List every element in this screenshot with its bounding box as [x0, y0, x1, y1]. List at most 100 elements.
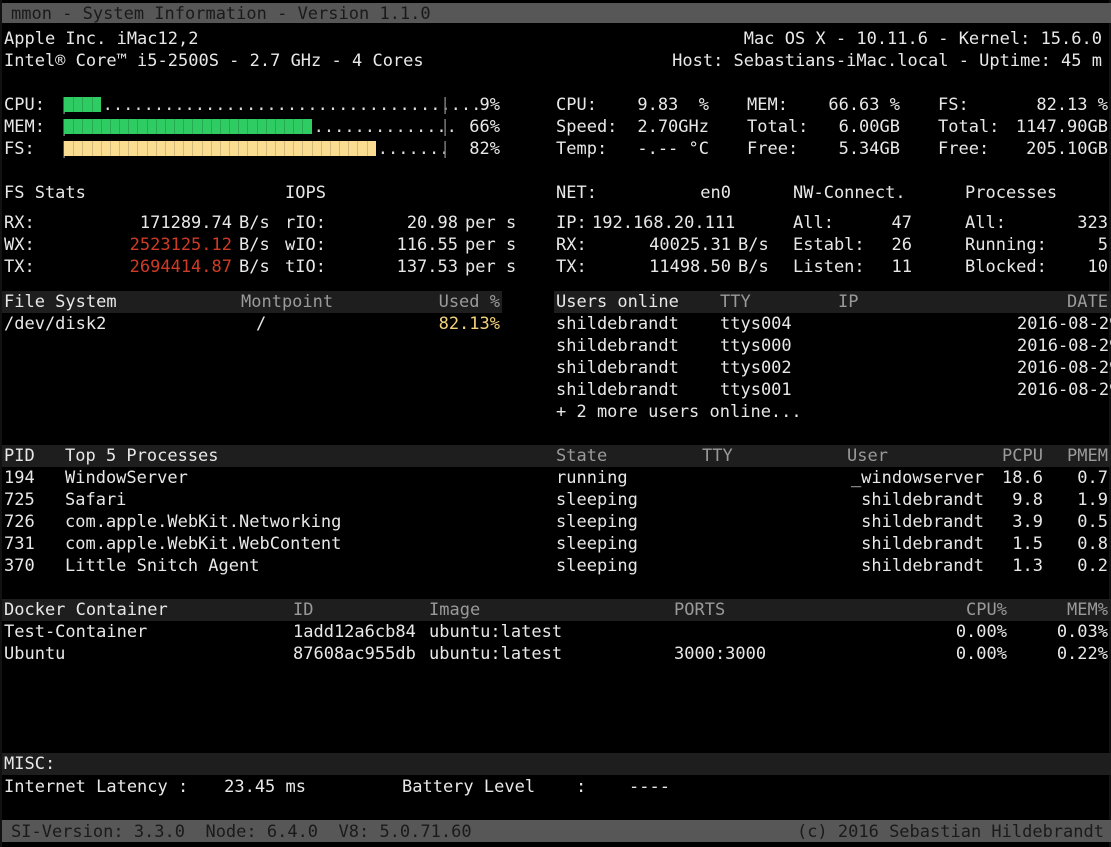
- iops-label-tio: tIO:: [285, 257, 326, 277]
- users-row-user-0: shildebrandt: [556, 314, 679, 334]
- net-unit-tx: B/s: [738, 257, 769, 277]
- filesystem-header-mountpoint: Montpoint: [241, 292, 334, 312]
- gauge-fill-mem: [64, 119, 312, 134]
- system-vendor-model: Apple Inc. iMac12,2: [4, 29, 199, 49]
- processes-row-user-3: shildebrandt: [861, 534, 984, 554]
- docker-row-id-1: 87608ac955db: [293, 644, 416, 664]
- gauge-cell-separator: [73, 119, 75, 134]
- processes-row-pid-2: 726: [4, 512, 35, 532]
- misc-latency-label: Internet Latency :: [4, 777, 189, 797]
- filesystem-row-mountpoint: /: [256, 314, 267, 334]
- docker-row-mem-0: 0.03%: [1056, 622, 1108, 642]
- gauge-cell-separator: [357, 141, 359, 156]
- gauge-cell-separator: [265, 119, 267, 134]
- docker-row-id-0: 1add12a6cb84: [293, 622, 416, 642]
- gauge-cell-separator: [339, 141, 341, 156]
- gauge-cell-separator: [91, 141, 93, 156]
- processes-row-state-2: sleeping: [556, 512, 638, 532]
- nw-connect-title: NW-Connect.: [793, 183, 906, 203]
- users-header-user: Users online: [556, 292, 679, 312]
- gauge-cell-separator: [293, 119, 295, 134]
- iops-unit-rio: per s: [465, 213, 517, 233]
- window-title-bar: mmon - System Information - Version 1.1.…: [2, 3, 1111, 24]
- gauge-track-cpu: .....................................: [64, 94, 481, 116]
- summary-fs-value-3: 205.10GB: [1026, 139, 1108, 159]
- iops-value-tio: 137.53: [396, 257, 458, 277]
- processes-row-pcpu-3: 1.5: [1012, 534, 1043, 554]
- gauge-cell-separator: [238, 141, 240, 156]
- processes-summary-label-all: All:: [965, 213, 1006, 233]
- users-header-tty: TTY: [720, 292, 751, 312]
- summary-cpu-label-1: CPU:: [556, 95, 597, 115]
- processes-summary-label-running: Running:: [965, 235, 1047, 255]
- processes-row-user-1: shildebrandt: [861, 490, 984, 510]
- nw-connect-label-all: All:: [793, 213, 834, 233]
- processes-row-state-1: sleeping: [556, 490, 638, 510]
- processes-row-pid-1: 725: [4, 490, 35, 510]
- summary-mem-value-2: 6.00GB: [838, 117, 900, 137]
- docker-row-image-1: ubuntu:latest: [429, 644, 563, 664]
- gauge-pipe-right-cpu: |: [440, 95, 451, 115]
- gauge-cell-separator: [137, 119, 139, 134]
- processes-row-pcpu-0: 18.6: [1002, 468, 1043, 488]
- gauge-cell-separator: [109, 141, 111, 156]
- gauge-fill-fs: [64, 141, 376, 156]
- gauge-cell-separator: [192, 119, 194, 134]
- docker-row-name-1: Ubuntu: [4, 644, 66, 664]
- users-row-date-3: 2016-08-29: [1017, 380, 1111, 400]
- gauge-cell-separator: [109, 119, 111, 134]
- footer-bar: SI-Version: 3.3.0 Node: 6.4.0 V8: 5.0.71…: [2, 820, 1111, 842]
- processes-row-user-0: _windowserver: [850, 468, 984, 488]
- fs-stats-value-wx: 2523125.12: [129, 235, 232, 255]
- nw-connect-value-establ: 26: [891, 235, 912, 255]
- gauge-cell-separator: [100, 141, 102, 156]
- gauge-cell-separator: [284, 119, 286, 134]
- fs-stats-label-rx: RX:: [4, 213, 35, 233]
- fs-stats-unit-wx: B/s: [239, 235, 270, 255]
- misc-header-bar: [2, 753, 1111, 775]
- gauge-pipe-right-fs: |: [440, 139, 451, 159]
- gauge-track-mem: ..............: [64, 116, 457, 138]
- gauge-cell-separator: [91, 119, 93, 134]
- gauge-fill-cpu: [64, 97, 101, 112]
- processes-header-state: State: [556, 446, 608, 466]
- users-row-tty-2: ttys002: [720, 358, 792, 378]
- gauge-pipe-right-mem: |: [440, 117, 451, 137]
- gauge-cell-separator: [210, 141, 212, 156]
- iops-value-wio: 116.55: [396, 235, 458, 255]
- gauge-cell-separator: [192, 141, 194, 156]
- system-host-uptime: Host: Sebastians-iMac.local - Uptime: 45…: [672, 51, 1102, 71]
- processes-row-state-3: sleeping: [556, 534, 638, 554]
- net-title-value: en0: [700, 183, 731, 203]
- gauge-cell-separator: [119, 141, 121, 156]
- summary-cpu-value-3: -.-- °C: [637, 139, 709, 159]
- gauge-label-fs: FS:: [4, 139, 35, 159]
- net-value-rx: 40025.31: [649, 235, 731, 255]
- gauge-cell-separator: [210, 119, 212, 134]
- users-row-date-0: 2016-08-29: [1017, 314, 1111, 334]
- gauge-cell-separator: [229, 119, 231, 134]
- gauge-label-mem: MEM:: [4, 117, 45, 137]
- net-label-ip: IP:: [556, 213, 587, 233]
- nw-connect-label-listen: Listen:: [793, 257, 865, 277]
- gauge-cell-separator: [256, 119, 258, 134]
- processes-row-state-0: running: [556, 468, 628, 488]
- gauge-cell-separator: [219, 141, 221, 156]
- gauge-cell-separator: [311, 141, 313, 156]
- gauge-cell-separator: [82, 141, 84, 156]
- gauge-cell-separator: [174, 141, 176, 156]
- processes-row-name-3: com.apple.WebKit.WebContent: [65, 534, 342, 554]
- summary-mem-label-1: MEM:: [747, 95, 788, 115]
- gauge-cell-separator: [320, 141, 322, 156]
- gauge-cell-separator: [164, 119, 166, 134]
- gauge-cell-separator: [100, 119, 102, 134]
- processes-summary-label-blocked: Blocked:: [965, 257, 1047, 277]
- gauge-cell-separator: [73, 141, 75, 156]
- processes-row-name-1: Safari: [65, 490, 127, 510]
- gauge-cell-separator: [155, 141, 157, 156]
- processes-row-pid-0: 194: [4, 468, 35, 488]
- processes-row-name-0: WindowServer: [65, 468, 188, 488]
- gauge-label-cpu: CPU:: [4, 95, 45, 115]
- gauge-cell-separator: [274, 141, 276, 156]
- gauge-cell-separator: [293, 141, 295, 156]
